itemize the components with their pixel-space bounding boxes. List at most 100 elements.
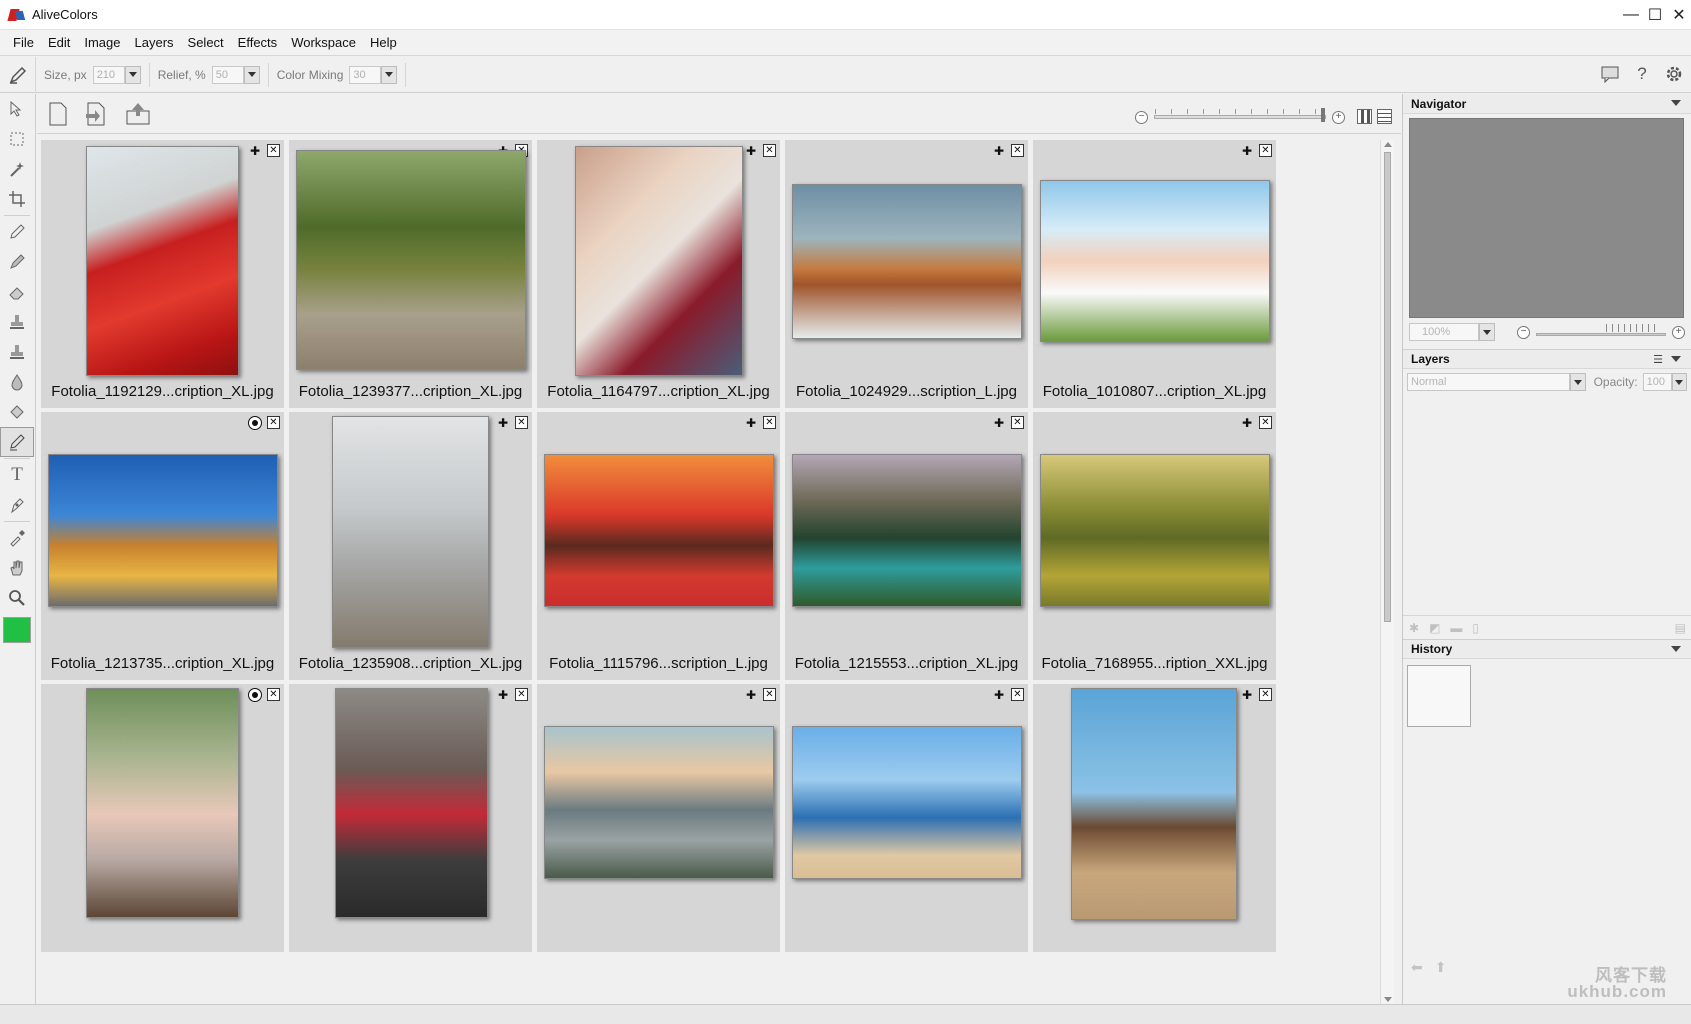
opacity-input[interactable]: 100 — [1642, 373, 1672, 391]
thumbnail-cell[interactable]: ✚ ✕ — [785, 684, 1028, 952]
eraser-tool-icon[interactable] — [0, 277, 34, 307]
close-thumbnail-icon[interactable]: ✕ — [267, 416, 280, 429]
close-window-button[interactable]: ✕ — [1667, 0, 1691, 30]
thumbnail-cell[interactable]: ✚ ✕ Fotolia_1215553...cription_XL.jpg — [785, 412, 1028, 680]
magic-wand-tool-icon[interactable] — [0, 154, 34, 184]
new-group-icon[interactable]: ▬ — [1450, 621, 1462, 635]
navigator-zoom-in-icon[interactable]: + — [1672, 325, 1685, 339]
thumbnail-image[interactable] — [792, 184, 1022, 339]
export-icon[interactable] — [125, 101, 151, 127]
maximize-button[interactable]: ☐ — [1643, 0, 1667, 30]
grid-view-icon[interactable] — [1357, 109, 1372, 124]
menu-help[interactable]: Help — [363, 35, 404, 50]
color-mixing-input[interactable]: 30 — [349, 65, 382, 84]
pin-icon[interactable]: ✚ — [744, 144, 758, 158]
thumbnail-cell[interactable]: ✚ ✕ Fotolia_1239377...cription_XL.jpg — [289, 140, 532, 408]
thumbnail-cell[interactable]: ✚ ✕ Fotolia_1010807...cription_XL.jpg — [1033, 140, 1276, 408]
undo-arrow-icon[interactable]: ⬅ — [1411, 959, 1423, 976]
redo-arrow-icon[interactable]: ⬆ — [1435, 959, 1447, 976]
foreground-color-swatch[interactable] — [3, 617, 31, 643]
pin-icon[interactable]: ✚ — [496, 416, 510, 430]
thumbnail-image[interactable] — [335, 688, 488, 918]
new-adjustment-layer-icon[interactable]: ✱ — [1409, 621, 1419, 635]
relief-brush-tool-icon[interactable] — [0, 427, 34, 457]
brush-tool-icon[interactable] — [0, 247, 34, 277]
thumbnail-scrollbar[interactable] — [1380, 140, 1394, 1004]
thumbnail-image[interactable] — [332, 416, 489, 648]
thumbnail-cell[interactable]: ✕ Fotolia_1213735...cription_XL.jpg — [41, 412, 284, 680]
scroll-down-icon[interactable] — [1384, 997, 1392, 1002]
blend-mode-select[interactable]: Normal — [1407, 373, 1571, 391]
text-tool-icon[interactable]: T — [0, 460, 34, 490]
slider-handle[interactable] — [1321, 108, 1325, 122]
navigator-panel-header[interactable]: Navigator — [1403, 94, 1691, 114]
current-tool-icon[interactable] — [0, 56, 36, 93]
fill-tool-icon[interactable] — [0, 397, 34, 427]
relief-dropdown[interactable] — [243, 65, 260, 84]
thumbnail-cell[interactable]: ✚ ✕ — [289, 684, 532, 952]
collapse-triangle-icon[interactable] — [1671, 356, 1681, 362]
navigator-zoom-dropdown[interactable] — [1479, 323, 1495, 341]
layers-panel-header[interactable]: Layers ☰ — [1403, 349, 1691, 369]
history-panel-header[interactable]: History — [1403, 639, 1691, 659]
opacity-dropdown[interactable] — [1671, 373, 1687, 391]
blur-tool-icon[interactable] — [0, 367, 34, 397]
slider-track[interactable] — [1154, 108, 1326, 122]
pin-icon[interactable]: ✚ — [992, 416, 1006, 430]
scrollbar-thumb[interactable] — [1384, 152, 1391, 622]
thumbnail-cell[interactable]: ✕ — [41, 684, 284, 952]
menu-image[interactable]: Image — [77, 35, 127, 50]
stamp-tool-icon[interactable] — [0, 307, 34, 337]
size-dropdown[interactable] — [124, 65, 141, 84]
new-layer-icon[interactable]: ▯ — [1472, 621, 1479, 635]
new-document-icon[interactable] — [45, 101, 71, 127]
list-view-icon[interactable] — [1377, 109, 1392, 124]
thumbnail-size-slider[interactable]: − + — [1135, 108, 1345, 126]
collapse-triangle-icon[interactable] — [1671, 100, 1681, 106]
heal-stamp-tool-icon[interactable] — [0, 337, 34, 367]
thumbnail-image[interactable] — [1040, 454, 1270, 607]
thumbnail-cell[interactable]: ✚ ✕ Fotolia_1024929...scription_L.jpg — [785, 140, 1028, 408]
close-thumbnail-icon[interactable]: ✕ — [1259, 416, 1272, 429]
thumbnail-cell[interactable]: ✚ ✕ Fotolia_1192129...cription_XL.jpg — [41, 140, 284, 408]
menu-workspace[interactable]: Workspace — [284, 35, 363, 50]
thumbnail-cell[interactable]: ✚ ✕ — [537, 684, 780, 952]
thumbnail-image[interactable] — [48, 454, 278, 607]
pin-icon[interactable]: ✚ — [1240, 416, 1254, 430]
menu-effects[interactable]: Effects — [231, 35, 285, 50]
close-thumbnail-icon[interactable]: ✕ — [1011, 688, 1024, 701]
pin-icon[interactable]: ✚ — [744, 416, 758, 430]
thumbnail-image[interactable] — [296, 150, 526, 370]
thumbnail-image[interactable] — [1071, 688, 1237, 920]
close-thumbnail-icon[interactable]: ✕ — [1011, 144, 1024, 157]
layer-mask-icon[interactable]: ◩ — [1429, 621, 1440, 635]
zoom-tool-icon[interactable] — [0, 583, 34, 613]
rect-select-tool-icon[interactable] — [0, 124, 34, 154]
close-thumbnail-icon[interactable]: ✕ — [515, 416, 528, 429]
thumbnail-image[interactable] — [544, 726, 774, 879]
minimize-button[interactable]: — — [1619, 0, 1643, 30]
pin-icon[interactable]: ✚ — [496, 688, 510, 702]
close-thumbnail-icon[interactable]: ✕ — [267, 144, 280, 157]
thumbnail-image[interactable] — [792, 454, 1022, 607]
hand-tool-icon[interactable] — [0, 553, 34, 583]
thumbnail-cell[interactable]: ✚ ✕ Fotolia_1115796...scription_L.jpg — [537, 412, 780, 680]
menu-layers[interactable]: Layers — [128, 35, 181, 50]
thumbnail-image[interactable] — [575, 146, 743, 376]
panel-menu-icon[interactable]: ☰ — [1653, 353, 1663, 366]
thumbnail-cell[interactable]: ✚ ✕ — [1033, 684, 1276, 952]
pen-tool-icon[interactable] — [0, 490, 34, 520]
menu-select[interactable]: Select — [181, 35, 231, 50]
slider-track[interactable] — [1536, 333, 1666, 336]
crop-tool-icon[interactable] — [0, 184, 34, 214]
message-icon[interactable] — [1599, 63, 1621, 85]
close-thumbnail-icon[interactable]: ✕ — [763, 416, 776, 429]
thumbnail-image[interactable] — [1040, 180, 1270, 342]
relief-input[interactable]: 50 — [211, 65, 244, 84]
thumbnail-cell[interactable]: ✚ ✕ Fotolia_7168955...ription_XXL.jpg — [1033, 412, 1276, 680]
zoom-in-icon[interactable]: + — [1332, 110, 1345, 124]
active-document-radio[interactable] — [248, 688, 262, 702]
history-snapshot[interactable] — [1407, 665, 1471, 727]
thumbnail-image[interactable] — [544, 454, 774, 607]
active-document-radio[interactable] — [248, 416, 262, 430]
